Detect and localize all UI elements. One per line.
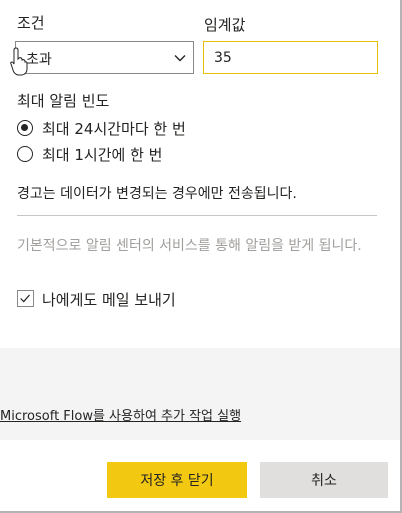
microsoft-flow-link[interactable]: Microsoft Flow를 사용하여 추가 작업 실행 [0, 405, 241, 424]
threshold-input[interactable]: 35 [203, 41, 378, 74]
divider [17, 215, 377, 216]
cancel-button[interactable]: 취소 [260, 462, 388, 498]
notification-center-hint: 기본적으로 알림 센터의 서비스를 통해 알림을 받게 됩니다. [17, 238, 362, 254]
threshold-label: 임계값 [204, 16, 246, 34]
save-and-close-button[interactable]: 저장 후 닫기 [107, 462, 247, 498]
condition-selected-value: 초과 [26, 52, 52, 68]
flow-section [0, 348, 400, 440]
condition-label: 조건 [17, 14, 45, 32]
condition-dropdown[interactable]: 초과 [15, 41, 194, 74]
email-checkbox-label[interactable]: 나에게도 메일 보내기 [42, 289, 176, 310]
frequency-label: 최대 알림 빈도 [17, 92, 110, 110]
hand-cursor-icon [10, 47, 28, 76]
radio-label-1-hour[interactable]: 최대 1시간에 한 번 [42, 144, 162, 165]
data-change-notice: 경고는 데이터가 변경되는 경우에만 전송됩니다. [17, 186, 297, 202]
email-checkbox[interactable] [17, 290, 34, 307]
radio-once-per-24-hours[interactable] [17, 120, 33, 136]
alert-settings-panel: 조건 임계값 초과 35 최대 알림 빈도 최대 24시간마다 한 번 최대 1… [0, 0, 402, 513]
radio-once-per-hour[interactable] [17, 146, 33, 162]
checkmark-icon [20, 294, 30, 303]
radio-label-24-hours[interactable]: 최대 24시간마다 한 번 [42, 118, 186, 139]
chevron-down-icon [174, 55, 186, 62]
